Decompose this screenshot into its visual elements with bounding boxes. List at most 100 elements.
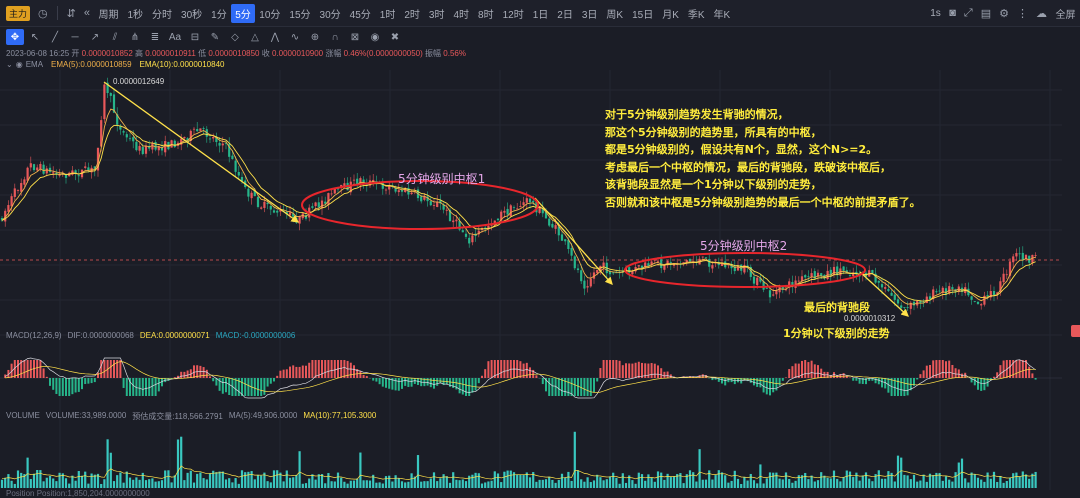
volume-bar: [644, 481, 646, 488]
tab-year[interactable]: 年K: [709, 6, 735, 21]
wave-icon[interactable]: ∿: [286, 29, 304, 45]
line-tool-icon[interactable]: ╱: [46, 29, 64, 45]
volume-bar: [289, 478, 291, 488]
fullscreen-button[interactable]: 全屏: [1051, 6, 1080, 21]
swap-icon[interactable]: ⇵: [67, 7, 76, 20]
tab-minute-line[interactable]: 分时: [148, 6, 177, 21]
tab-4h[interactable]: 4时: [449, 6, 474, 21]
candle-body: [561, 234, 563, 240]
macd-bar: [788, 369, 790, 378]
crosshair-tool-icon[interactable]: ✥: [6, 29, 24, 45]
tab-quarter[interactable]: 季K: [683, 6, 709, 21]
tab-1d[interactable]: 1日: [528, 6, 553, 21]
chevron-down-icon[interactable]: ⌄: [6, 60, 13, 69]
tab-1s[interactable]: 1秒: [123, 6, 148, 21]
tab-30s[interactable]: 30秒: [177, 6, 207, 21]
ema10-value: EMA(10):0.0000010840: [140, 60, 225, 69]
horizontal-line-icon[interactable]: ─: [66, 29, 84, 45]
tab-8h[interactable]: 8时: [474, 6, 499, 21]
macd-bar: [305, 366, 307, 378]
settings-icon[interactable]: ⚙: [999, 7, 1009, 20]
candle-body: [775, 290, 777, 294]
camera-icon[interactable]: ◙: [949, 7, 956, 19]
volume-bar: [897, 456, 899, 488]
macd-bar: [436, 378, 438, 386]
volume-bar: [827, 478, 829, 488]
tab-3d[interactable]: 3日: [577, 6, 602, 21]
macd-bar: [126, 378, 128, 396]
volume-bar: [267, 481, 269, 488]
last-divergence-label: 最后的背驰段: [804, 299, 870, 315]
volume-bar: [139, 480, 141, 488]
note-icon[interactable]: ▤: [981, 7, 991, 20]
volume-bar: [763, 483, 765, 488]
volume-bar: [225, 479, 227, 488]
tab-15m[interactable]: 15分: [285, 6, 315, 21]
interval-1s[interactable]: 1s: [926, 8, 946, 19]
macd-bar: [343, 360, 345, 378]
triangle-icon[interactable]: △: [246, 29, 264, 45]
candle-body: [276, 211, 278, 213]
pattern-icon[interactable]: ⋀: [266, 29, 284, 45]
volume-bar: [491, 481, 493, 488]
macd-bar: [75, 378, 77, 392]
zoom-in-icon[interactable]: ⊕: [306, 29, 324, 45]
tab-45m[interactable]: 45分: [345, 6, 375, 21]
tab-30m[interactable]: 30分: [315, 6, 345, 21]
parallel-channel-icon[interactable]: ⫽: [106, 29, 124, 45]
measure-icon[interactable]: ⊟: [186, 29, 204, 45]
expand-icon[interactable]: ⤢: [964, 7, 973, 20]
tab-3h[interactable]: 3时: [424, 6, 449, 21]
volume-bar: [702, 480, 704, 488]
zhongshu2-label: 5分钟级别中枢2: [700, 237, 787, 254]
text-tool-icon[interactable]: Aa: [166, 29, 184, 45]
tab-10m[interactable]: 10分: [255, 6, 285, 21]
macd-bar: [491, 360, 493, 378]
macd-bar: [286, 369, 288, 378]
tab-12h[interactable]: 12时: [498, 6, 528, 21]
candle-body: [33, 164, 35, 170]
macd-bar: [382, 378, 384, 387]
price-axis[interactable]: [1070, 70, 1080, 490]
candle-body: [926, 297, 928, 303]
volume-bar: [779, 479, 781, 488]
info-datetime: 2023-06-08 16:25: [6, 49, 69, 58]
ray-tool-icon[interactable]: ↗: [86, 29, 104, 45]
cloud-icon[interactable]: ☁: [1036, 7, 1047, 20]
tab-15d[interactable]: 15日: [628, 6, 658, 21]
tab-5m[interactable]: 5分: [231, 4, 255, 23]
volume-bar: [251, 471, 253, 488]
main-badge[interactable]: 主力: [6, 6, 30, 21]
pencil-icon[interactable]: ✎: [206, 29, 224, 45]
volume-bar: [673, 476, 675, 488]
volume-bar: [135, 477, 137, 488]
tab-1m[interactable]: 1分: [207, 6, 232, 21]
tab-2h[interactable]: 2时: [400, 6, 425, 21]
period-label[interactable]: 周期: [94, 6, 123, 21]
more-icon[interactable]: ⋮: [1017, 7, 1028, 20]
magnet-icon[interactable]: ∩: [326, 29, 344, 45]
pitchfork-icon[interactable]: ⋔: [126, 29, 144, 45]
fibonacci-icon[interactable]: ≣: [146, 29, 164, 45]
volume-bar: [775, 473, 777, 488]
volume-bar: [539, 480, 541, 488]
tab-1h[interactable]: 1时: [375, 6, 400, 21]
macd-bar: [980, 378, 982, 391]
lock-icon[interactable]: ⊠: [346, 29, 364, 45]
candle-body: [311, 206, 313, 208]
eye-icon[interactable]: ◉: [366, 29, 384, 45]
tab-week[interactable]: 周K: [602, 6, 628, 21]
trash-icon[interactable]: ✖: [386, 29, 404, 45]
collapse-left-icon[interactable]: «: [84, 7, 90, 19]
candle-body: [231, 156, 233, 159]
clock-icon[interactable]: ◷: [38, 7, 48, 20]
macd-bar: [590, 378, 592, 396]
cursor-tool-icon[interactable]: ↖: [26, 29, 44, 45]
tab-month[interactable]: 月K: [658, 6, 684, 21]
tab-2d[interactable]: 2日: [553, 6, 578, 21]
macd-value: MACD:-0.0000000006: [216, 331, 296, 340]
shape-icon[interactable]: ◇: [226, 29, 244, 45]
volume-bar: [283, 481, 285, 488]
macd-bar: [1015, 360, 1017, 378]
eye-icon[interactable]: ◉: [16, 60, 23, 69]
